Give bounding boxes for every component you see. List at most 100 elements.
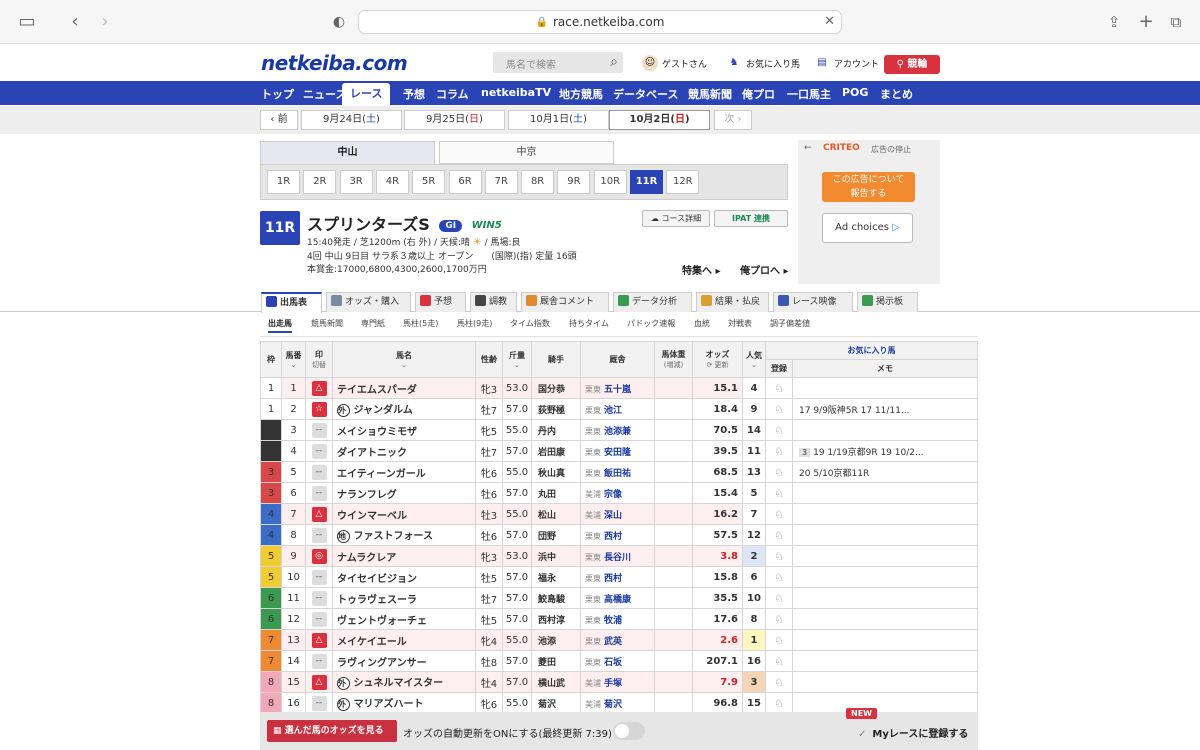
horse-name-link[interactable]: ジャンダルム (353, 405, 412, 416)
add-favorite-icon[interactable]: ♘ (774, 466, 784, 479)
page-tab[interactable]: 結果・払戻 (696, 292, 769, 312)
forward-icon[interactable]: › (94, 11, 116, 33)
back-icon[interactable]: ‹ (64, 11, 86, 33)
memo-cell[interactable] (792, 629, 978, 651)
trainer-name[interactable]: 宗像 (604, 490, 622, 500)
register-cell[interactable]: ♘ (765, 524, 793, 546)
memo-cell[interactable] (792, 545, 978, 567)
add-favorite-icon[interactable]: ♘ (774, 592, 784, 605)
sidebar-icon[interactable]: ▭ (16, 11, 38, 33)
mark-cell[interactable]: -- (305, 692, 333, 714)
auto-update-toggle[interactable] (613, 722, 645, 740)
mark-icon[interactable]: -- (311, 527, 327, 543)
sort-icon[interactable]: ⌄ (282, 361, 305, 369)
register-cell[interactable]: ♘ (765, 587, 793, 609)
sub-link[interactable]: 専門紙 (361, 318, 385, 329)
add-favorite-icon[interactable]: ♘ (774, 634, 784, 647)
trainer-name[interactable]: 牧浦 (604, 616, 622, 626)
horse-name-cell[interactable]: 外 シュネルマイスター (332, 671, 476, 693)
date-button[interactable]: 9月25日(日) (404, 110, 505, 130)
add-favorite-icon[interactable]: ♘ (774, 676, 784, 689)
jockey-cell[interactable]: 福永 (531, 566, 581, 588)
jockey-cell[interactable]: 浜中 (531, 545, 581, 567)
mark-icon[interactable]: -- (311, 485, 327, 501)
sub-link[interactable]: 馬柱(5走) (403, 318, 438, 329)
jockey-cell[interactable]: 団野 (531, 524, 581, 546)
trainer-name[interactable]: 菊沢 (604, 700, 622, 710)
jockey-cell[interactable]: 池添 (531, 629, 581, 651)
mark-cell[interactable]: △ (305, 629, 333, 651)
mark-icon[interactable]: -- (311, 569, 327, 585)
memo-cell[interactable] (792, 419, 978, 441)
race-button[interactable]: 8R (521, 170, 555, 194)
trainer-cell[interactable]: 栗東 高橋康 (580, 587, 655, 609)
trainer-cell[interactable]: 栗東 池添兼 (580, 419, 655, 441)
orepro-link[interactable]: 俺プロへ ▸ (740, 262, 789, 277)
register-cell[interactable]: ♘ (765, 650, 793, 672)
page-tab[interactable]: レース映像 (773, 292, 853, 312)
memo-cell[interactable]: 20 5/10京都11R (792, 461, 978, 483)
race-button[interactable]: 5R (412, 170, 446, 194)
register-cell[interactable]: ♘ (765, 398, 793, 420)
page-tab[interactable]: データ分析 (613, 292, 692, 312)
jockey-cell[interactable]: 西村淳 (531, 608, 581, 630)
horse-name-cell[interactable]: ダイアトニック (332, 440, 476, 462)
jockey-cell[interactable]: 菱田 (531, 650, 581, 672)
jockey-cell[interactable]: 横山武 (531, 671, 581, 693)
course-detail-button[interactable]: ☁ コース詳細 (642, 210, 710, 227)
ipat-button[interactable]: IPAT 連携 (714, 210, 788, 227)
trainer-name[interactable]: 五十嵐 (604, 385, 631, 395)
sort-icon[interactable]: ⌄ (333, 361, 475, 369)
mark-icon[interactable]: -- (311, 653, 327, 669)
mark-cell[interactable]: -- (305, 587, 333, 609)
mark-icon[interactable]: ◎ (311, 548, 327, 564)
mark-cell[interactable]: ☆ (305, 398, 333, 420)
trainer-name[interactable]: 手塚 (604, 679, 622, 689)
sub-link[interactable]: タイム指数 (510, 318, 550, 329)
memo-cell[interactable] (792, 587, 978, 609)
guest-link[interactable]: ☺ ゲストさん (642, 55, 707, 71)
horse-name-cell[interactable]: ナムラクレア (332, 545, 476, 567)
mark-toggle[interactable]: 切替 (306, 360, 332, 370)
register-cell[interactable]: ♘ (765, 545, 793, 567)
race-button[interactable]: 3R (339, 170, 373, 194)
sub-link[interactable]: 馬柱(9走) (457, 318, 492, 329)
mark-icon[interactable]: △ (311, 506, 327, 522)
jockey-cell[interactable]: 秋山真 (531, 461, 581, 483)
jockey-cell[interactable]: 丸田 (531, 482, 581, 504)
nav-item[interactable]: ニュース (303, 86, 346, 102)
address-bar[interactable]: 🔒 race.netkeiba.com ✕ (358, 10, 842, 34)
mark-cell[interactable]: △ (305, 671, 333, 693)
netkeiba-logo[interactable]: netkeiba.com (261, 51, 408, 75)
jockey-cell[interactable]: 丹内 (531, 419, 581, 441)
new-tab-icon[interactable]: + (1135, 11, 1157, 33)
trainer-cell[interactable]: 栗東 石坂 (580, 650, 655, 672)
add-favorite-icon[interactable]: ♘ (774, 655, 784, 668)
trainer-cell[interactable]: 栗東 飯田祐 (580, 461, 655, 483)
mark-cell[interactable]: -- (305, 461, 333, 483)
add-favorite-icon[interactable]: ♘ (774, 550, 784, 563)
mark-cell[interactable]: △ (305, 377, 333, 399)
race-button[interactable]: 1R (267, 170, 300, 194)
register-cell[interactable]: ♘ (765, 503, 793, 525)
trainer-cell[interactable]: 美浦 手塚 (580, 671, 655, 693)
register-cell[interactable]: ♘ (765, 377, 793, 399)
trainer-name[interactable]: 西村 (604, 532, 622, 542)
nav-item[interactable]: 俺プロ (742, 86, 775, 102)
horse-name-link[interactable]: ウインマーベル (337, 511, 407, 522)
page-tab[interactable]: 調教 (470, 292, 517, 312)
horse-name-cell[interactable]: メイショウミモザ (332, 419, 476, 441)
horse-name-cell[interactable]: トゥラヴェスーラ (332, 587, 476, 609)
sort-icon[interactable]: ⌄ (743, 361, 765, 369)
trainer-cell[interactable]: 美浦 深山 (580, 503, 655, 525)
register-cell[interactable]: ♘ (765, 566, 793, 588)
memo-cell[interactable] (792, 608, 978, 630)
horse-name-cell[interactable]: エイティーンガール (332, 461, 476, 483)
venue-tab-nakayama[interactable]: 中山 (260, 141, 435, 164)
favorites-link[interactable]: ♞ お気に入り馬 (726, 55, 801, 71)
sub-link[interactable]: 調子偏差値 (770, 318, 810, 329)
trainer-cell[interactable]: 栗東 長谷川 (580, 545, 655, 567)
add-favorite-icon[interactable]: ♘ (774, 382, 784, 395)
trainer-name[interactable]: 飯田祐 (604, 469, 631, 479)
ad-report-button[interactable]: この広告について 報告する (822, 172, 915, 202)
